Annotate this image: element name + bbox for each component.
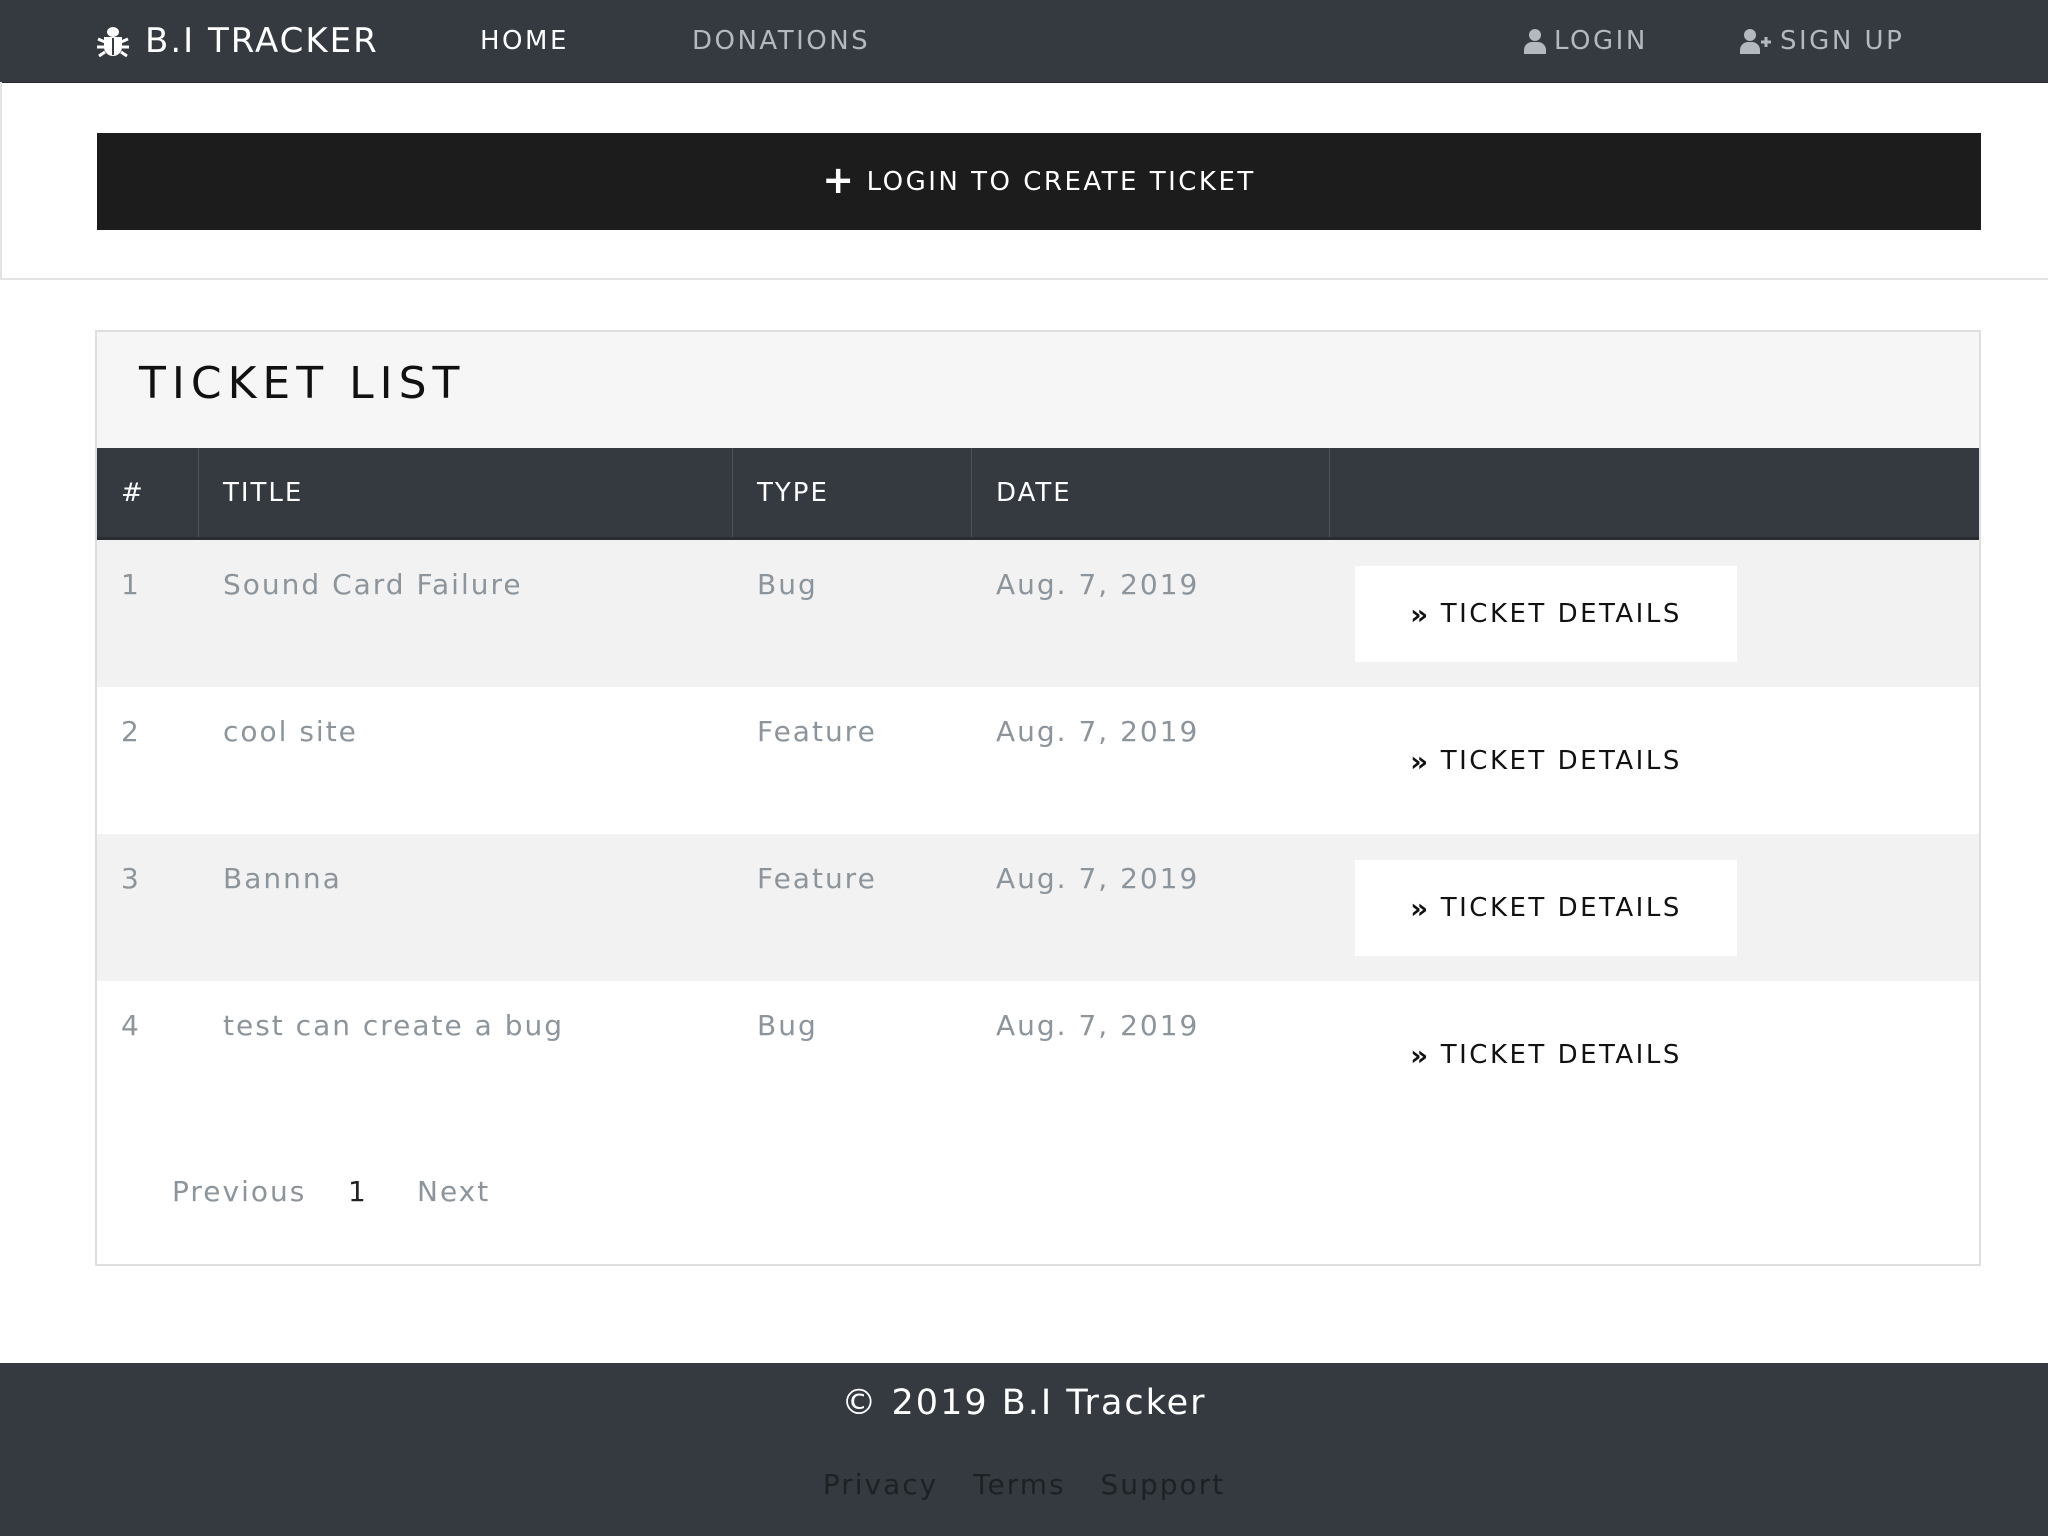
ticket-date: Aug. 7, 2019 [996, 1009, 1200, 1042]
ticket-details-button[interactable]: » TICKET DETAILS [1355, 566, 1737, 662]
user-icon [1524, 29, 1546, 54]
table-row: 3 Bannna Feature Aug. 7, 2019 » TICKET D… [97, 834, 1979, 981]
nav-signup-label: SIGN UP [1780, 26, 1905, 56]
ticket-details-label: TICKET DETAILS [1440, 599, 1682, 629]
ticket-details-label: TICKET DETAILS [1440, 893, 1682, 923]
ticket-type: Bug [757, 568, 818, 601]
footer-link-privacy[interactable]: Privacy [823, 1468, 938, 1501]
footer-link-terms[interactable]: Terms [973, 1468, 1065, 1501]
navbar: B.I TRACKER HOME DONATIONS LOGIN SIGN UP [0, 0, 2048, 83]
ticket-number: 3 [121, 862, 141, 895]
double-chevron-right-icon: » [1410, 1038, 1431, 1072]
footer-link-support[interactable]: Support [1100, 1468, 1225, 1501]
ticket-number: 4 [121, 1009, 141, 1042]
nav-donations[interactable]: DONATIONS [692, 0, 870, 82]
ticket-title: Bannna [223, 862, 342, 895]
ticket-title: Sound Card Failure [223, 568, 523, 601]
ticket-number: 1 [121, 568, 141, 601]
ticket-details-label: TICKET DETAILS [1440, 1040, 1682, 1070]
ticket-list-card: TICKET LIST # TITLE TYPE DATE 1 Sound Ca… [95, 330, 1981, 1266]
ticket-title: cool site [223, 715, 358, 748]
column-header-type: TYPE [733, 448, 972, 537]
table-row: 4 test can create a bug Bug Aug. 7, 2019… [97, 981, 1979, 1128]
ticket-type: Feature [757, 862, 877, 895]
footer: © 2019 B.I Tracker Privacy Terms Support [0, 1363, 2048, 1536]
double-chevron-right-icon: » [1410, 597, 1431, 631]
double-chevron-right-icon: » [1410, 891, 1431, 925]
pagination-previous[interactable]: Previous [172, 1175, 306, 1208]
ticket-details-button[interactable]: » TICKET DETAILS [1355, 1007, 1737, 1103]
table-header: # TITLE TYPE DATE [97, 448, 1979, 540]
brand-name: B.I TRACKER [145, 21, 379, 61]
nav-login[interactable]: LOGIN [1524, 0, 1648, 82]
ticket-number: 2 [121, 715, 141, 748]
create-ticket-label: LOGIN TO CREATE TICKET [866, 166, 1256, 197]
footer-links: Privacy Terms Support [0, 1468, 2048, 1501]
create-ticket-section: + LOGIN TO CREATE TICKET [0, 82, 2048, 280]
card-header: TICKET LIST [97, 332, 1979, 449]
nav-home[interactable]: HOME [480, 0, 569, 82]
page-title: TICKET LIST [139, 358, 466, 409]
table-row: 2 cool site Feature Aug. 7, 2019 » TICKE… [97, 687, 1979, 834]
ticket-details-button[interactable]: » TICKET DETAILS [1355, 713, 1737, 809]
ticket-type: Bug [757, 1009, 818, 1042]
copyright: © 2019 B.I Tracker [841, 1383, 1207, 1423]
ticket-details-label: TICKET DETAILS [1440, 746, 1682, 776]
pagination-page-1[interactable]: 1 [348, 1175, 368, 1208]
nav-login-label: LOGIN [1554, 26, 1648, 56]
ticket-date: Aug. 7, 2019 [996, 715, 1200, 748]
user-plus-icon [1740, 29, 1771, 54]
ticket-type: Feature [757, 715, 877, 748]
nav-signup[interactable]: SIGN UP [1740, 0, 1904, 82]
ticket-date: Aug. 7, 2019 [996, 862, 1200, 895]
double-chevron-right-icon: » [1410, 744, 1431, 778]
brand-link[interactable]: B.I TRACKER [95, 0, 379, 82]
login-to-create-ticket-button[interactable]: + LOGIN TO CREATE TICKET [97, 133, 1981, 230]
column-header-actions [1330, 448, 1979, 537]
column-header-date: DATE [972, 448, 1330, 537]
column-header-title: TITLE [199, 448, 733, 537]
table-row: 1 Sound Card Failure Bug Aug. 7, 2019 » … [97, 540, 1979, 687]
pagination-next[interactable]: Next [417, 1175, 490, 1208]
ticket-date: Aug. 7, 2019 [996, 568, 1200, 601]
ticket-details-button[interactable]: » TICKET DETAILS [1355, 860, 1737, 956]
ticket-title: test can create a bug [223, 1009, 565, 1042]
bug-icon [97, 27, 129, 58]
plus-icon: + [822, 157, 857, 202]
column-header-number: # [97, 448, 199, 537]
